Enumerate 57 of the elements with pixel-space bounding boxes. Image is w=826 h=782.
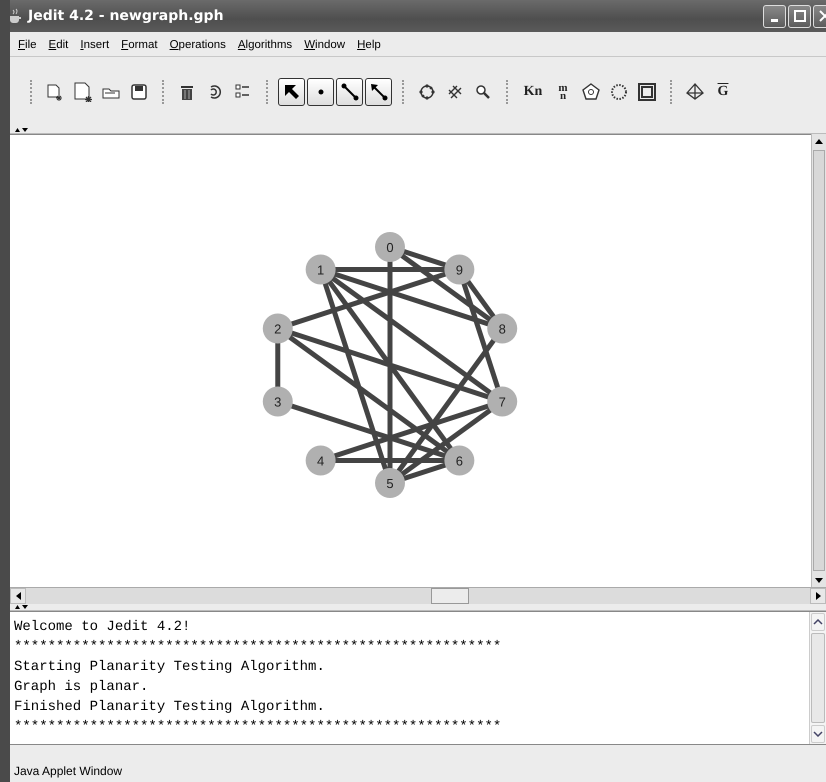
node-label: 5 bbox=[386, 476, 394, 491]
node-label: 8 bbox=[498, 322, 506, 337]
horizontal-scrollbar[interactable] bbox=[10, 587, 826, 604]
edge-icon bbox=[340, 82, 360, 102]
scroll-left-icon[interactable] bbox=[10, 588, 26, 604]
window-title: Jedit 4.2 - newgraph.gph bbox=[28, 8, 225, 24]
node-label: 4 bbox=[317, 453, 324, 468]
node-label: 1 bbox=[317, 262, 324, 278]
complement-button[interactable]: G bbox=[710, 79, 736, 105]
minimize-icon bbox=[771, 18, 778, 22]
menu-item[interactable]: Help bbox=[351, 39, 387, 51]
status-text: Java Applet Window bbox=[14, 764, 122, 778]
graph-canvas[interactable]: 0 1 2 3 4 5 6 7 8 9 bbox=[10, 134, 811, 587]
menu-item[interactable]: Window bbox=[298, 39, 352, 51]
vertical-scrollbar[interactable] bbox=[811, 134, 826, 587]
splitter-arrows-icon[interactable] bbox=[14, 127, 28, 133]
wireframe-icon bbox=[685, 82, 705, 102]
menu-item[interactable]: File bbox=[12, 39, 43, 51]
node-label: 0 bbox=[386, 240, 394, 255]
vertical-scrollbar[interactable] bbox=[809, 612, 826, 744]
vertex-icon bbox=[318, 89, 324, 95]
menu-item[interactable]: Format bbox=[115, 39, 164, 51]
graph-drawing[interactable]: 0 1 2 3 4 5 6 7 8 9 bbox=[262, 232, 518, 498]
edge-button[interactable] bbox=[336, 78, 363, 106]
node-label: 2 bbox=[274, 322, 282, 337]
scroll-down-icon[interactable] bbox=[811, 725, 825, 743]
node-label: 9 bbox=[456, 262, 463, 278]
menu-item[interactable]: Operations bbox=[164, 39, 232, 51]
scroll-thumb[interactable] bbox=[813, 150, 825, 571]
menu-item[interactable]: Insert bbox=[74, 39, 116, 51]
maximize-button[interactable] bbox=[788, 4, 811, 28]
scroll-up-icon[interactable] bbox=[811, 613, 825, 631]
splitter-arrows-icon[interactable] bbox=[14, 604, 28, 610]
circle-layout-icon bbox=[417, 82, 437, 102]
coffee-cup-icon bbox=[10, 8, 22, 24]
vertex-button[interactable] bbox=[307, 78, 334, 106]
maximize-icon bbox=[794, 10, 806, 22]
dotted-circle-icon bbox=[609, 82, 629, 102]
node-label: 3 bbox=[274, 394, 282, 410]
scroll-thumb[interactable] bbox=[811, 633, 825, 723]
directed-edge-button[interactable] bbox=[365, 78, 392, 106]
menu-item[interactable]: Algorithms bbox=[232, 39, 298, 51]
menu-item[interactable]: Edit bbox=[42, 39, 74, 51]
node-label: 6 bbox=[456, 453, 463, 468]
pentagon-icon bbox=[581, 82, 601, 102]
console-output: Welcome to Jedit 4.2! ********************************************************** Starting Planarity Testing Algorithm. Graph is planar. Finished Planarity Testing Algorithm. ********************************************************** bbox=[13, 618, 502, 737]
bipartite-graph-button[interactable]: m n bbox=[550, 79, 576, 105]
node-label: 7 bbox=[498, 394, 506, 410]
new-graph-icon bbox=[45, 82, 65, 102]
scroll-right-icon[interactable] bbox=[810, 588, 826, 604]
new-document-icon bbox=[73, 82, 93, 102]
minimize-button[interactable] bbox=[763, 4, 786, 28]
arrow-cursor-button[interactable] bbox=[278, 78, 305, 106]
complete-graph-button[interactable]: Kn bbox=[518, 79, 548, 105]
square-frame-icon bbox=[637, 82, 657, 102]
scroll-thumb[interactable] bbox=[431, 588, 469, 604]
directed-edge-icon bbox=[368, 82, 388, 102]
